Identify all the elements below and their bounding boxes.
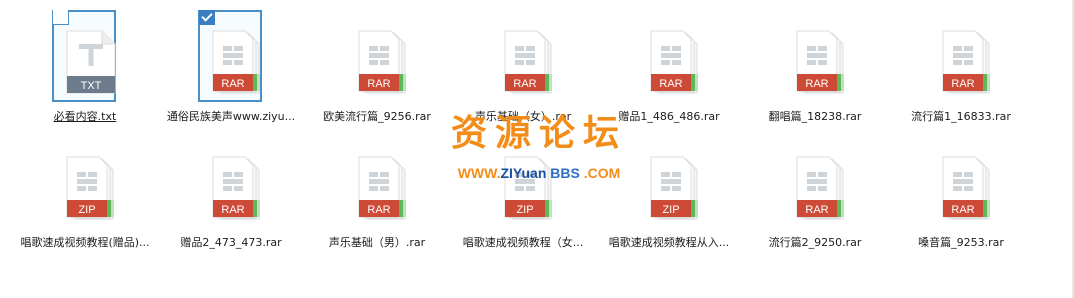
watermark-url-part: WWW. xyxy=(457,165,501,181)
file-item[interactable]: RAR 流行篇2_9250.rar xyxy=(742,140,888,260)
file-type-label: TXT xyxy=(81,80,102,92)
file-name[interactable]: 嗓音篇_9253.rar xyxy=(888,234,1034,250)
file-item[interactable]: TXT 必看内容.txt xyxy=(12,10,158,134)
file-type-label: RAR xyxy=(221,78,244,90)
checkmark-icon[interactable] xyxy=(199,10,215,25)
archive-document-icon[interactable]: RAR xyxy=(499,30,559,94)
file-type-label: RAR xyxy=(221,204,244,216)
file-item[interactable]: RAR 声乐基础（男）.rar xyxy=(304,140,450,260)
file-type-label: RAR xyxy=(805,78,828,90)
file-name[interactable]: 唱歌速成视频教程（女... xyxy=(450,234,596,250)
file-name[interactable]: 翻唱篇_18238.rar xyxy=(742,108,888,124)
archive-document-icon[interactable]: RAR xyxy=(791,156,851,220)
archive-document-icon[interactable]: RAR xyxy=(207,156,267,220)
file-name[interactable]: 流行篇2_9250.rar xyxy=(742,234,888,250)
file-item[interactable]: RAR 赠品2_473_473.rar xyxy=(158,140,304,260)
archive-document-icon[interactable]: RAR xyxy=(353,156,413,220)
watermark-title: 资源论坛 xyxy=(450,113,627,154)
file-item[interactable]: RAR 欧美流行篇_9256.rar xyxy=(304,14,450,134)
file-name[interactable]: 赠品2_473_473.rar xyxy=(158,234,304,250)
watermark-url-part: BBS xyxy=(546,165,580,181)
text-document-icon[interactable]: TXT xyxy=(61,30,121,94)
watermark-url-part: ZI xyxy=(500,165,513,181)
file-name[interactable]: 声乐基础（男）.rar xyxy=(304,234,450,250)
archive-document-icon[interactable]: RAR xyxy=(207,30,267,94)
checkbox[interactable] xyxy=(53,10,69,25)
archive-document-icon[interactable]: ZIP xyxy=(645,156,705,220)
archive-document-icon[interactable]: ZIP xyxy=(61,156,121,220)
file-type-label: RAR xyxy=(367,78,390,90)
file-type-label: RAR xyxy=(513,78,536,90)
file-type-label: RAR xyxy=(805,204,828,216)
watermark-url-part: Yuan xyxy=(512,165,547,181)
file-item[interactable]: RAR 通俗民族美声www.ziyu... xyxy=(158,10,304,134)
file-name[interactable]: 通俗民族美声www.ziyu... xyxy=(158,108,304,124)
archive-document-icon[interactable]: RAR xyxy=(791,30,851,94)
watermark-url-part: .COM xyxy=(579,165,621,181)
file-type-label: ZIP xyxy=(662,204,679,216)
file-type-label: ZIP xyxy=(516,204,533,216)
file-item[interactable]: RAR 流行篇1_16833.rar xyxy=(888,14,1034,134)
archive-document-icon[interactable]: RAR xyxy=(937,156,997,220)
file-type-label: RAR xyxy=(367,204,390,216)
archive-document-icon[interactable]: RAR xyxy=(645,30,705,94)
file-name[interactable]: 欧美流行篇_9256.rar xyxy=(304,108,450,124)
file-item[interactable]: RAR 嗓音篇_9253.rar xyxy=(888,140,1034,260)
file-type-label: RAR xyxy=(951,204,974,216)
file-name[interactable]: 唱歌速成视频教程(赠品)... xyxy=(12,234,158,250)
watermark: 资源论坛 WWW.ZIYuan BBS .COM xyxy=(434,112,644,192)
archive-document-icon[interactable]: RAR xyxy=(937,30,997,94)
file-name[interactable]: 必看内容.txt xyxy=(12,108,158,124)
file-type-label: ZIP xyxy=(78,204,95,216)
file-item[interactable]: ZIP 唱歌速成视频教程(赠品)... xyxy=(12,140,158,260)
file-type-label: RAR xyxy=(659,78,682,90)
watermark-url: WWW.ZIYuan BBS .COM xyxy=(434,164,644,182)
file-item[interactable]: RAR 翻唱篇_18238.rar xyxy=(742,14,888,134)
file-type-label: RAR xyxy=(951,78,974,90)
file-name[interactable]: 唱歌速成视频教程从入... xyxy=(596,234,742,250)
archive-document-icon[interactable]: RAR xyxy=(353,30,413,94)
file-name[interactable]: 流行篇1_16833.rar xyxy=(888,108,1034,124)
